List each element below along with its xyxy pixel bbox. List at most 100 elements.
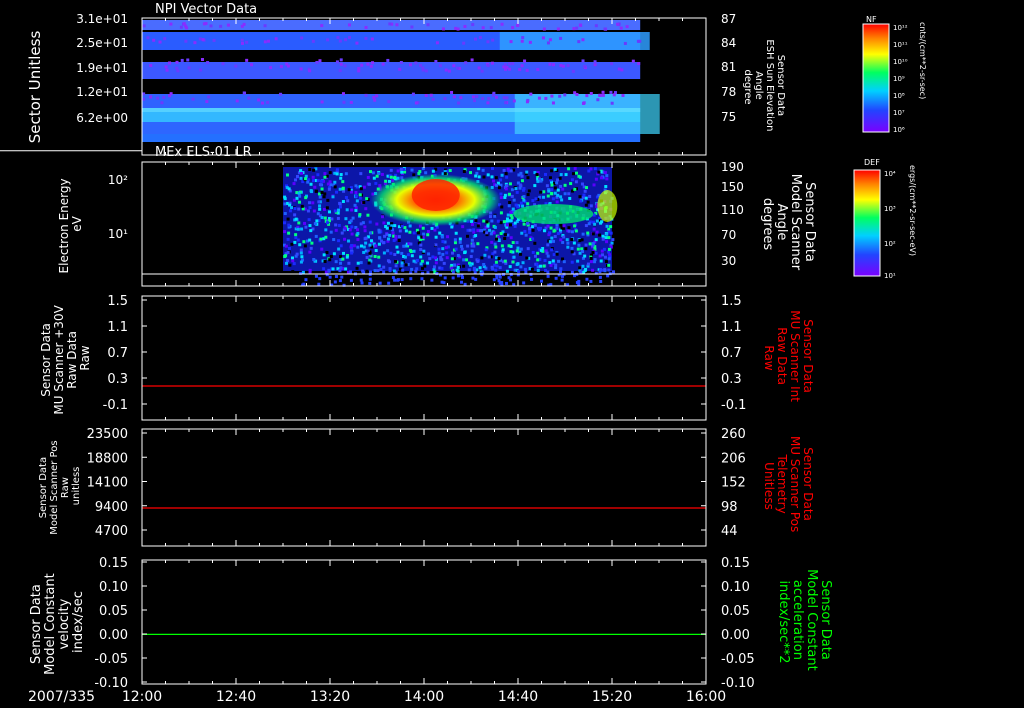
spectrogram-cell — [509, 250, 513, 254]
spectrogram-cell — [322, 253, 326, 257]
spectrogram-cell — [546, 270, 550, 274]
spectrogram-cell — [516, 205, 520, 209]
spectrogram-cell — [313, 185, 317, 189]
spectrogram-cell — [328, 258, 332, 262]
spectrogram-cell — [287, 223, 291, 227]
spectrogram-cell — [474, 37, 478, 41]
spectrogram-cell — [240, 41, 244, 45]
spectrogram-cell — [500, 244, 504, 248]
spectrogram-cell — [384, 225, 388, 229]
spectrogram-cell — [486, 40, 490, 44]
spectrogram-cell — [506, 213, 510, 217]
spectrogram-cell — [456, 274, 460, 278]
spectrogram-cell — [297, 221, 301, 225]
spectrogram-cell — [319, 237, 323, 241]
spectrogram-cell — [292, 198, 296, 202]
spectrogram-cell — [342, 100, 346, 104]
spectrogram-cell — [314, 189, 318, 193]
spectrogram-cell — [419, 243, 423, 247]
spectrogram-cell — [358, 196, 362, 200]
spectrogram-cell — [573, 224, 577, 228]
panel-frame — [141, 295, 707, 421]
left-axis-title-line: Sensor Data — [39, 323, 53, 397]
spectrogram-cell — [369, 170, 373, 174]
spectrogram-cell — [393, 224, 397, 228]
spectrogram-cell — [388, 233, 392, 237]
spectrogram-cell — [302, 240, 306, 244]
nf-colorbar-tick: 10⁶ — [893, 126, 905, 134]
spectrogram-cell — [338, 187, 342, 191]
ytick-left: 3.1e+01 — [76, 12, 128, 26]
spectrogram-cell — [554, 263, 558, 267]
right-axis-title-line: Unitless — [762, 462, 776, 510]
spectrogram-cell — [486, 64, 490, 68]
spectrogram-cell — [589, 257, 593, 261]
chart-figure: NPI Vector Data MEx ELS-01 LR 2007/335 N… — [0, 2, 927, 705]
spectrogram-cell — [400, 170, 404, 174]
spectrogram-cell — [421, 68, 425, 72]
spectrogram-region — [142, 108, 641, 112]
spectrogram-cell — [571, 172, 575, 176]
spectrogram-cell — [510, 188, 514, 192]
spectrogram-cell — [297, 207, 301, 211]
spectrogram-cell — [507, 244, 511, 248]
right-axis-title: Sensor Data Model Scanner Angle degrees — [760, 174, 817, 275]
spectrogram-cell — [511, 62, 515, 66]
right-axis-title-line: ESH Sun Elevation — [764, 39, 775, 131]
spectrogram-cell — [427, 252, 431, 256]
spectrogram-cell — [334, 228, 338, 232]
spectrogram-cell — [511, 26, 515, 30]
spectrogram-cell — [312, 257, 316, 261]
spectrogram-cell — [610, 101, 614, 105]
spectrogram-cell — [426, 261, 430, 265]
ytick-right: 0.15 — [721, 556, 750, 571]
spectrogram-cell — [485, 220, 489, 224]
ytick-left: 4700 — [95, 524, 128, 539]
spectrogram-cell — [526, 193, 530, 197]
spectrogram-cell — [497, 257, 501, 261]
spectrogram-cell — [168, 61, 172, 65]
ytick-left: 10¹ — [108, 227, 128, 241]
spectrogram-cell — [536, 268, 540, 272]
spectrogram-cell — [290, 242, 294, 246]
ytick-right: 0.00 — [721, 628, 750, 643]
spectrogram-cell — [475, 171, 479, 175]
spectrogram-cell — [372, 95, 376, 99]
spectrogram-cell — [566, 245, 570, 249]
spectrogram-cell — [454, 247, 458, 251]
ytick-right: 260 — [721, 427, 746, 442]
spectrogram-cell — [355, 199, 359, 203]
spectrogram-cell — [350, 244, 354, 248]
spectrogram-cell — [400, 264, 404, 268]
spectrogram-cell — [320, 187, 324, 191]
time-tick-label: 16:00 — [686, 689, 726, 705]
spectrogram-cell — [541, 36, 545, 40]
spectrogram-cell — [508, 182, 512, 186]
spectrogram-cell — [581, 38, 585, 42]
spectrogram-cell — [515, 249, 519, 253]
spectrogram-cell — [298, 243, 302, 247]
spectrogram-cell — [327, 187, 331, 191]
ytick-right: 1.1 — [721, 320, 742, 335]
spectrogram-cell — [338, 69, 342, 73]
spectrogram-cell — [336, 36, 340, 40]
spectrogram-cell — [585, 94, 589, 98]
spectrogram-cell — [242, 91, 246, 95]
spectrogram-cell — [337, 208, 341, 212]
spectrogram-cell — [309, 229, 313, 233]
spectrogram-cell — [593, 222, 597, 226]
spectrogram-cell — [368, 220, 372, 224]
spectrogram-cell — [364, 36, 368, 40]
spectrogram-cell — [528, 40, 532, 44]
spectrogram-cell — [546, 224, 550, 228]
spectrogram-cell — [398, 229, 402, 233]
spectrogram-cell — [365, 269, 369, 273]
spectrogram-cell — [344, 196, 348, 200]
spectrogram-cell — [404, 263, 408, 267]
spectrogram-cell — [187, 66, 191, 70]
els-panel: 10² 10¹ 190 150 110 70 30 Electron Energ… — [57, 160, 817, 287]
spectrogram-cell — [519, 252, 523, 256]
spectrogram-cell — [546, 254, 550, 258]
spectrogram-cell — [605, 174, 609, 178]
spectrogram-cell — [309, 182, 313, 186]
